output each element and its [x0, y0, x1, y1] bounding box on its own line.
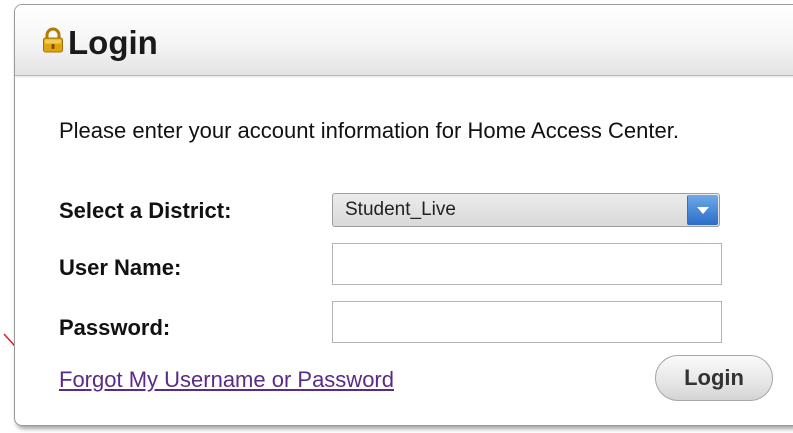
chevron-down-icon[interactable] [687, 195, 718, 225]
panel-title: Login [68, 24, 158, 61]
username-input[interactable] [332, 243, 722, 285]
password-label: Password: [59, 315, 171, 340]
forgot-credentials-link[interactable]: Forgot My Username or Password [59, 367, 394, 393]
login-button[interactable]: Login [655, 355, 773, 401]
screen: Login Please enter your account informat… [0, 0, 793, 433]
district-select-value: Student_Live [345, 199, 456, 220]
intro-text: Please enter your account information fo… [59, 118, 679, 143]
district-label: Select a District: [59, 198, 232, 223]
lock-icon [43, 27, 63, 53]
district-select[interactable]: Student_Live [332, 193, 720, 227]
login-panel: Login Please enter your account informat… [14, 4, 793, 426]
panel-header: Login [15, 5, 793, 76]
username-label: User Name: [59, 255, 182, 280]
password-input[interactable] [332, 301, 722, 343]
